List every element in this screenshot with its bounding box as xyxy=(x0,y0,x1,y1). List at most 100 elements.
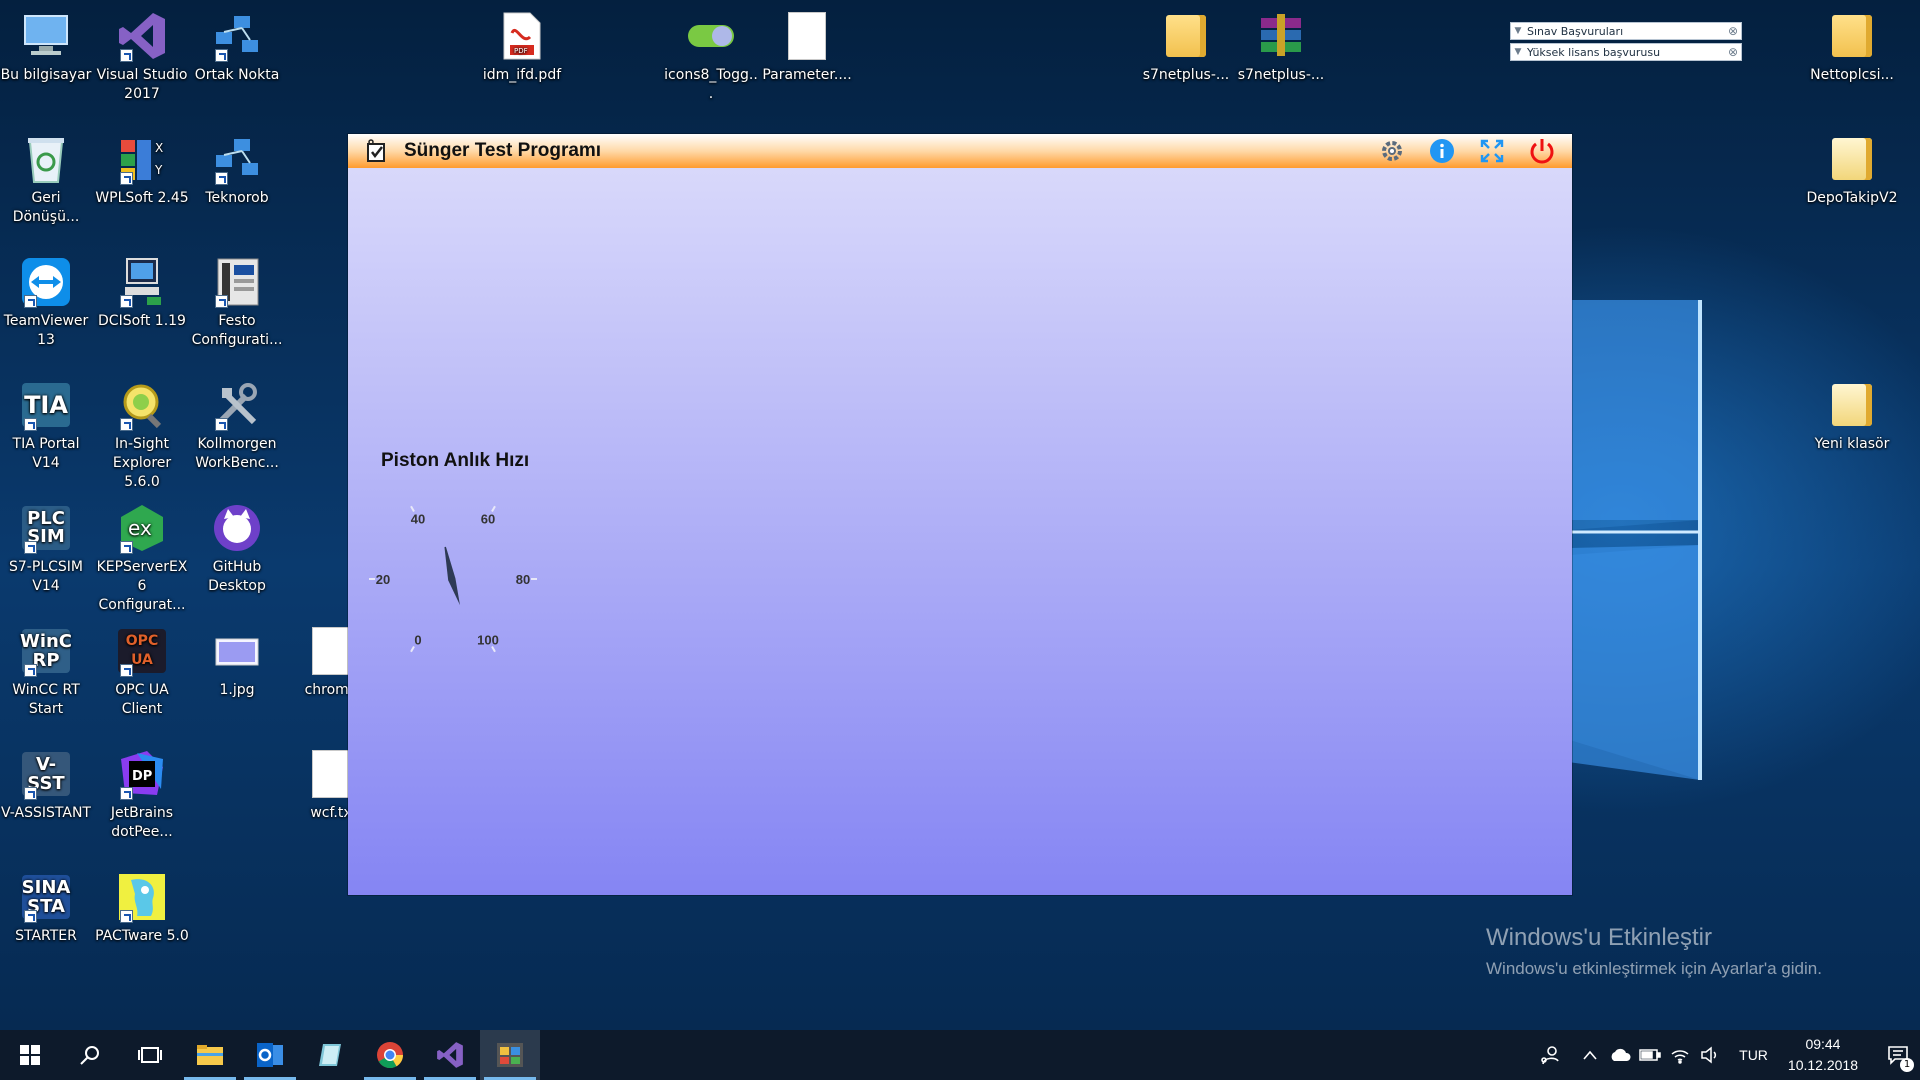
desktop-icon-bu-bilgisayar[interactable]: Bu bilgisayar xyxy=(0,10,94,85)
battery-button[interactable] xyxy=(1635,1030,1665,1080)
fullscreen-button[interactable] xyxy=(1478,137,1506,165)
start-button[interactable] xyxy=(0,1030,60,1080)
tools-icon xyxy=(209,379,265,431)
close-icon[interactable]: ⊗ xyxy=(1725,24,1741,38)
onedrive-button[interactable] xyxy=(1605,1030,1635,1080)
taskbar-visual-studio[interactable] xyxy=(420,1030,480,1080)
power-button[interactable] xyxy=(1528,137,1556,165)
settings-button[interactable] xyxy=(1378,137,1406,165)
notepad-icon xyxy=(319,1044,341,1066)
people-button[interactable] xyxy=(1525,1030,1575,1080)
folder-icon xyxy=(1824,10,1880,62)
windows-logo-wallpaper xyxy=(1570,300,1702,780)
desktop-icon-depotakip[interactable]: DepoTakipV2 xyxy=(1804,133,1900,208)
chevron-down-icon[interactable]: ▼ xyxy=(1511,47,1525,57)
desktop-icon-tia-portal[interactable]: TIA TIA Portal V14 xyxy=(0,379,94,473)
starter-icon: SINA STA xyxy=(18,871,74,923)
desktop-icon-starter[interactable]: SINA STA STARTER xyxy=(0,871,94,946)
cloud-icon xyxy=(1611,1048,1631,1061)
desktop-icon-label: V-ASSISTANT xyxy=(1,805,91,821)
desktop-icon-parameter[interactable]: Parameter.... xyxy=(759,10,855,85)
desktop-icon-label: Festo Configurati... xyxy=(191,313,283,348)
shortcut-arrow-icon xyxy=(120,418,133,431)
action-center-button[interactable]: 1 xyxy=(1876,1030,1920,1080)
show-hidden-icons-button[interactable] xyxy=(1575,1030,1605,1080)
task-view-button[interactable] xyxy=(120,1030,180,1080)
svg-text:X: X xyxy=(155,141,163,155)
desktop-icon-kepserver[interactable]: ex KEPServerEX 6 Configurat... xyxy=(94,502,190,615)
clock[interactable]: 09:44 10.12.2018 xyxy=(1782,1034,1876,1076)
kepserver-icon: ex xyxy=(114,502,170,554)
desktop-icon-wplsoft[interactable]: XY WPLSoft 2.45 xyxy=(94,133,190,208)
chevron-down-icon[interactable]: ▼ xyxy=(1511,26,1525,36)
speaker-icon xyxy=(1701,1046,1717,1064)
desktop-icon-label: Visual Studio 2017 xyxy=(96,67,188,102)
shortcut-arrow-icon xyxy=(120,910,133,923)
desktop-icon-nettoplcsi[interactable]: Nettoplcsi... xyxy=(1804,10,1900,85)
desktop-icon-teamviewer[interactable]: TeamViewer 13 xyxy=(0,256,94,350)
desktop-icon-plcsim[interactable]: PLC SIM S7-PLCSIM V14 xyxy=(0,502,94,596)
wifi-button[interactable] xyxy=(1665,1030,1695,1080)
close-icon[interactable]: ⊗ xyxy=(1725,45,1741,59)
desktop-icon-label: Bu bilgisayar xyxy=(0,67,92,83)
desktop-icon-idm-pdf[interactable]: PDF idm_ifd.pdf xyxy=(474,10,570,85)
wifi-icon xyxy=(1671,1050,1689,1064)
desktop-icon-label: WPLSoft 2.45 xyxy=(95,190,189,206)
volume-button[interactable] xyxy=(1695,1030,1725,1080)
taskbar-chrome[interactable] xyxy=(360,1030,420,1080)
taskbar-file-explorer[interactable] xyxy=(180,1030,240,1080)
gauge-tick-label: 100 xyxy=(477,633,499,648)
svg-text:DP: DP xyxy=(132,769,152,784)
taskbar-notepad[interactable] xyxy=(300,1030,360,1080)
search-button[interactable] xyxy=(60,1030,120,1080)
desktop-icon-festo[interactable]: Festo Configurati... xyxy=(189,256,285,350)
search-icon xyxy=(80,1046,99,1065)
desktop-icon-github[interactable]: GitHub Desktop xyxy=(189,502,285,596)
desktop-icon-vassistant[interactable]: V- SST V-ASSISTANT xyxy=(0,748,94,823)
desktop-icon-ortak-nokta[interactable]: Ortak Nokta xyxy=(189,10,285,85)
desktop-icon-dcisoft[interactable]: DCISoft 1.19 xyxy=(94,256,190,331)
titlebar-buttons xyxy=(1378,137,1556,165)
desktop-icon-label: icons8_Togg... xyxy=(664,67,758,102)
desktop-icon-geri-donusum[interactable]: Geri Dönüşü... xyxy=(0,133,94,227)
piston-speed-gauge: 0 20 40 60 80 100 xyxy=(369,505,537,653)
info-button[interactable] xyxy=(1428,137,1456,165)
taskbar-sunger-test-app[interactable] xyxy=(480,1030,540,1080)
desktop-icon-yeni-klasor[interactable]: Yeni klasör xyxy=(1804,379,1900,454)
desktop-icon-visual-studio[interactable]: Visual Studio 2017 xyxy=(94,10,190,104)
recycle-bin-icon xyxy=(18,133,74,185)
sticky-tab-yuksek-lisans[interactable]: ▼ Yüksek lisans başvurusu ⊗ xyxy=(1510,43,1742,61)
chevron-up-icon xyxy=(1583,1050,1597,1060)
fullscreen-icon xyxy=(1480,139,1504,163)
desktop-icon-label: Yeni klasör xyxy=(1814,436,1890,452)
desktop-icon-pactware[interactable]: PACTware 5.0 xyxy=(94,871,190,946)
jetbrains-icon: DP xyxy=(114,748,170,800)
desktop-icon-label: OPC UA Client xyxy=(115,682,169,717)
taskbar-outlook[interactable] xyxy=(240,1030,300,1080)
desktop-icon-icons8-toggle[interactable]: icons8_Togg... xyxy=(663,10,759,104)
people-icon xyxy=(1541,1046,1559,1065)
app-titlebar[interactable]: Sünger Test Programı xyxy=(348,134,1572,168)
desktop-icon-label: s7netplus-... xyxy=(1237,67,1325,83)
wplsoft-icon: XY xyxy=(114,133,170,185)
desktop-icon-insight[interactable]: In-Sight Explorer 5.6.0 xyxy=(94,379,190,492)
opcua-icon: OPC UA xyxy=(114,625,170,677)
desktop-icon-jpg[interactable]: 1.jpg xyxy=(189,625,285,700)
desktop-icon-s7netplus-2[interactable]: s7netplus-... xyxy=(1233,10,1329,85)
input-language[interactable]: TUR xyxy=(1725,1047,1782,1063)
system-tray: TUR 09:44 10.12.2018 1 xyxy=(1525,1030,1920,1080)
desktop-icon-label: 1.jpg xyxy=(219,682,255,698)
svg-text:PDF: PDF xyxy=(514,47,528,55)
battery-icon xyxy=(1639,1049,1661,1061)
desktop-icon-s7netplus-1[interactable]: s7netplus-... xyxy=(1138,10,1234,85)
desktop-icon-opcua[interactable]: OPC UA OPC UA Client xyxy=(94,625,190,719)
clock-date: 10.12.2018 xyxy=(1787,1057,1858,1073)
desktop-icon-label: GitHub Desktop xyxy=(208,559,266,594)
sticky-tab-sinav[interactable]: ▼ Sınav Başvuruları ⊗ xyxy=(1510,22,1742,40)
desktop-icon-wincc[interactable]: WinC RP WinCC RT Start xyxy=(0,625,94,719)
desktop-icon-label: Parameter.... xyxy=(762,67,852,83)
desktop-icon-jetbrains[interactable]: DP JetBrains dotPee... xyxy=(94,748,190,842)
desktop-icon-teknorob[interactable]: Teknorob xyxy=(189,133,285,208)
desktop-icon-kollmorgen[interactable]: Kollmorgen WorkBenc... xyxy=(189,379,285,473)
github-icon xyxy=(209,502,265,554)
